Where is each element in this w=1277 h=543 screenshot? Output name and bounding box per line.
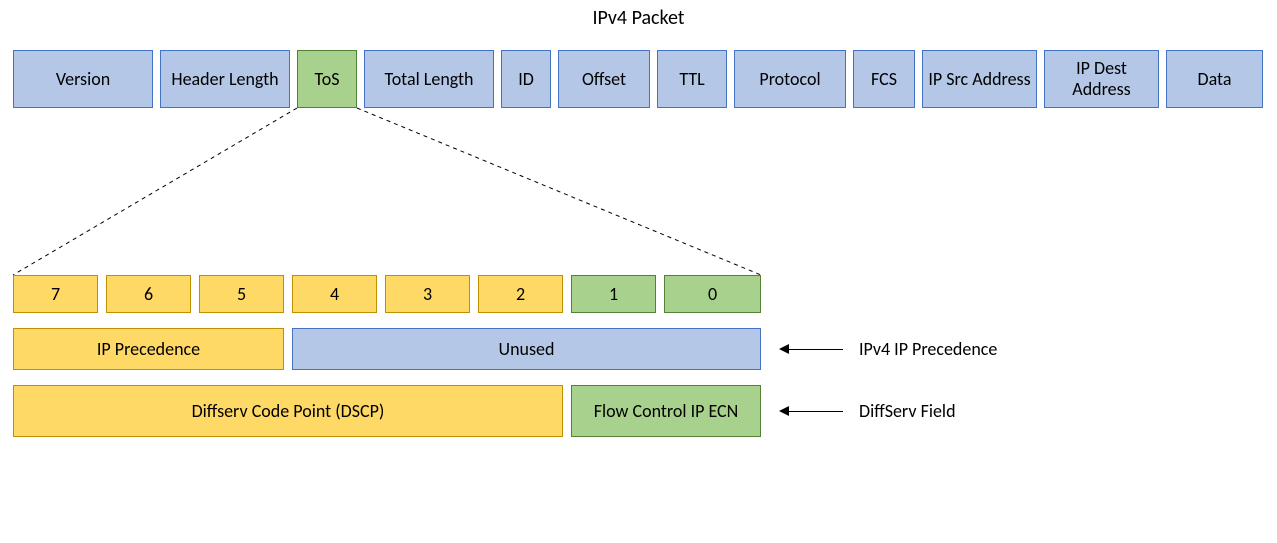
- bit-2: 2: [478, 275, 563, 313]
- arrow-line-diffserv: [788, 411, 843, 412]
- field-header-length: Header Length: [160, 50, 290, 108]
- arrow-line-precedence: [788, 349, 843, 350]
- field-id: ID: [501, 50, 551, 108]
- unused-box: Unused: [292, 328, 761, 370]
- field-protocol: Protocol: [734, 50, 846, 108]
- bit-0: 0: [664, 275, 761, 313]
- field-offset: Offset: [558, 50, 650, 108]
- label-diffserv-field: DiffServ Field: [859, 400, 956, 422]
- bit-4: 4: [292, 275, 377, 313]
- field-ttl: TTL: [657, 50, 727, 108]
- ip-precedence-box: IP Precedence: [13, 328, 284, 370]
- bit-1: 1: [571, 275, 656, 313]
- dscp-box: Diffserv Code Point (DSCP): [13, 385, 563, 437]
- bit-3: 3: [385, 275, 470, 313]
- ecn-box: Flow Control IP ECN: [571, 385, 761, 437]
- field-version: Version: [13, 50, 153, 108]
- bit-7: 7: [13, 275, 98, 313]
- field-total-length: Total Length: [364, 50, 494, 108]
- bit-6: 6: [106, 275, 191, 313]
- field-ip-dest-address: IP Dest Address: [1044, 50, 1159, 108]
- field-data: Data: [1166, 50, 1263, 108]
- label-ipv4-ip-precedence: IPv4 IP Precedence: [859, 338, 997, 360]
- field-fcs: FCS: [853, 50, 915, 108]
- diagram-title: IPv4 Packet: [0, 6, 1277, 30]
- field-tos: ToS: [297, 50, 357, 108]
- bit-5: 5: [199, 275, 284, 313]
- field-ip-src-address: IP Src Address: [922, 50, 1037, 108]
